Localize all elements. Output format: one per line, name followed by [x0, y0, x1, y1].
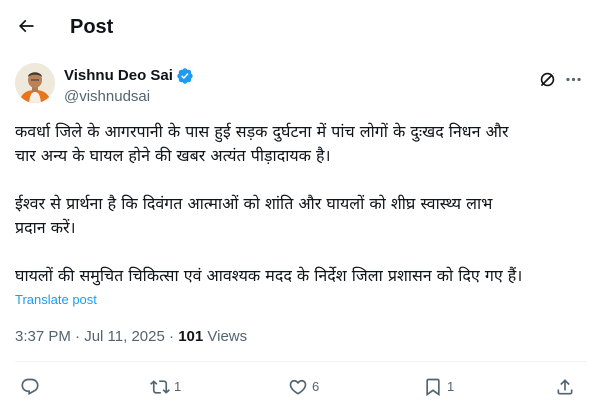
grok-button[interactable] — [533, 65, 561, 93]
post-date[interactable]: Jul 11, 2025 — [84, 328, 165, 345]
views-count: 101 — [178, 328, 204, 345]
like-count: 6 — [312, 379, 320, 394]
post-paragraph: घायलों की समुचित चिकित्सा एवं आवश्यक मदद… — [15, 266, 523, 285]
post-time[interactable]: 3:37 PM — [15, 328, 71, 345]
page-title: Post — [70, 16, 114, 38]
meta-separator: · — [75, 328, 81, 345]
bookmark-icon — [426, 378, 440, 397]
more-options-button[interactable] — [559, 65, 587, 93]
post-text: कवर्धा जिले के आगरपानी के पास हुई सड़क द… — [15, 120, 587, 288]
repost-count: 1 — [174, 379, 182, 394]
divider — [15, 361, 587, 362]
action-bar: 1 6 1 — [0, 370, 596, 404]
share-icon — [557, 379, 573, 395]
grok-icon — [540, 71, 555, 86]
more-horizontal-icon — [565, 77, 581, 81]
repost-button[interactable]: 1 — [150, 374, 181, 400]
bookmark-count: 1 — [447, 379, 455, 394]
arrow-left-icon — [18, 19, 34, 33]
author-row: Vishnu Deo Sai @vishnudsai — [0, 60, 596, 110]
reply-button[interactable] — [20, 374, 44, 400]
author-display-name[interactable]: Vishnu Deo Sai — [64, 66, 173, 86]
avatar-portrait-icon — [15, 63, 55, 103]
author-handle[interactable]: @vishnudsai — [64, 87, 194, 107]
translate-post-link[interactable]: Translate post — [15, 292, 97, 308]
avatar[interactable] — [15, 63, 55, 103]
meta-separator: · — [169, 328, 175, 345]
verified-badge-icon[interactable] — [176, 67, 194, 85]
bookmark-button[interactable]: 1 — [423, 374, 454, 400]
views-label: Views — [207, 328, 248, 345]
post-paragraph: कवर्धा जिले के आगरपानी के पास हुई सड़क द… — [15, 122, 509, 165]
share-button[interactable] — [555, 374, 575, 400]
repost-icon — [150, 380, 170, 394]
post-header: Post — [0, 0, 596, 56]
post-metadata: 3:37 PM · Jul 11, 2025 · 101 Views — [15, 327, 247, 347]
like-button[interactable]: 6 — [288, 374, 319, 400]
post-paragraph: ईश्वर से प्रार्थना है कि दिवंगत आत्माओं … — [15, 194, 493, 237]
back-button[interactable] — [8, 8, 44, 44]
reply-icon — [21, 378, 39, 396]
heart-icon — [289, 379, 307, 395]
